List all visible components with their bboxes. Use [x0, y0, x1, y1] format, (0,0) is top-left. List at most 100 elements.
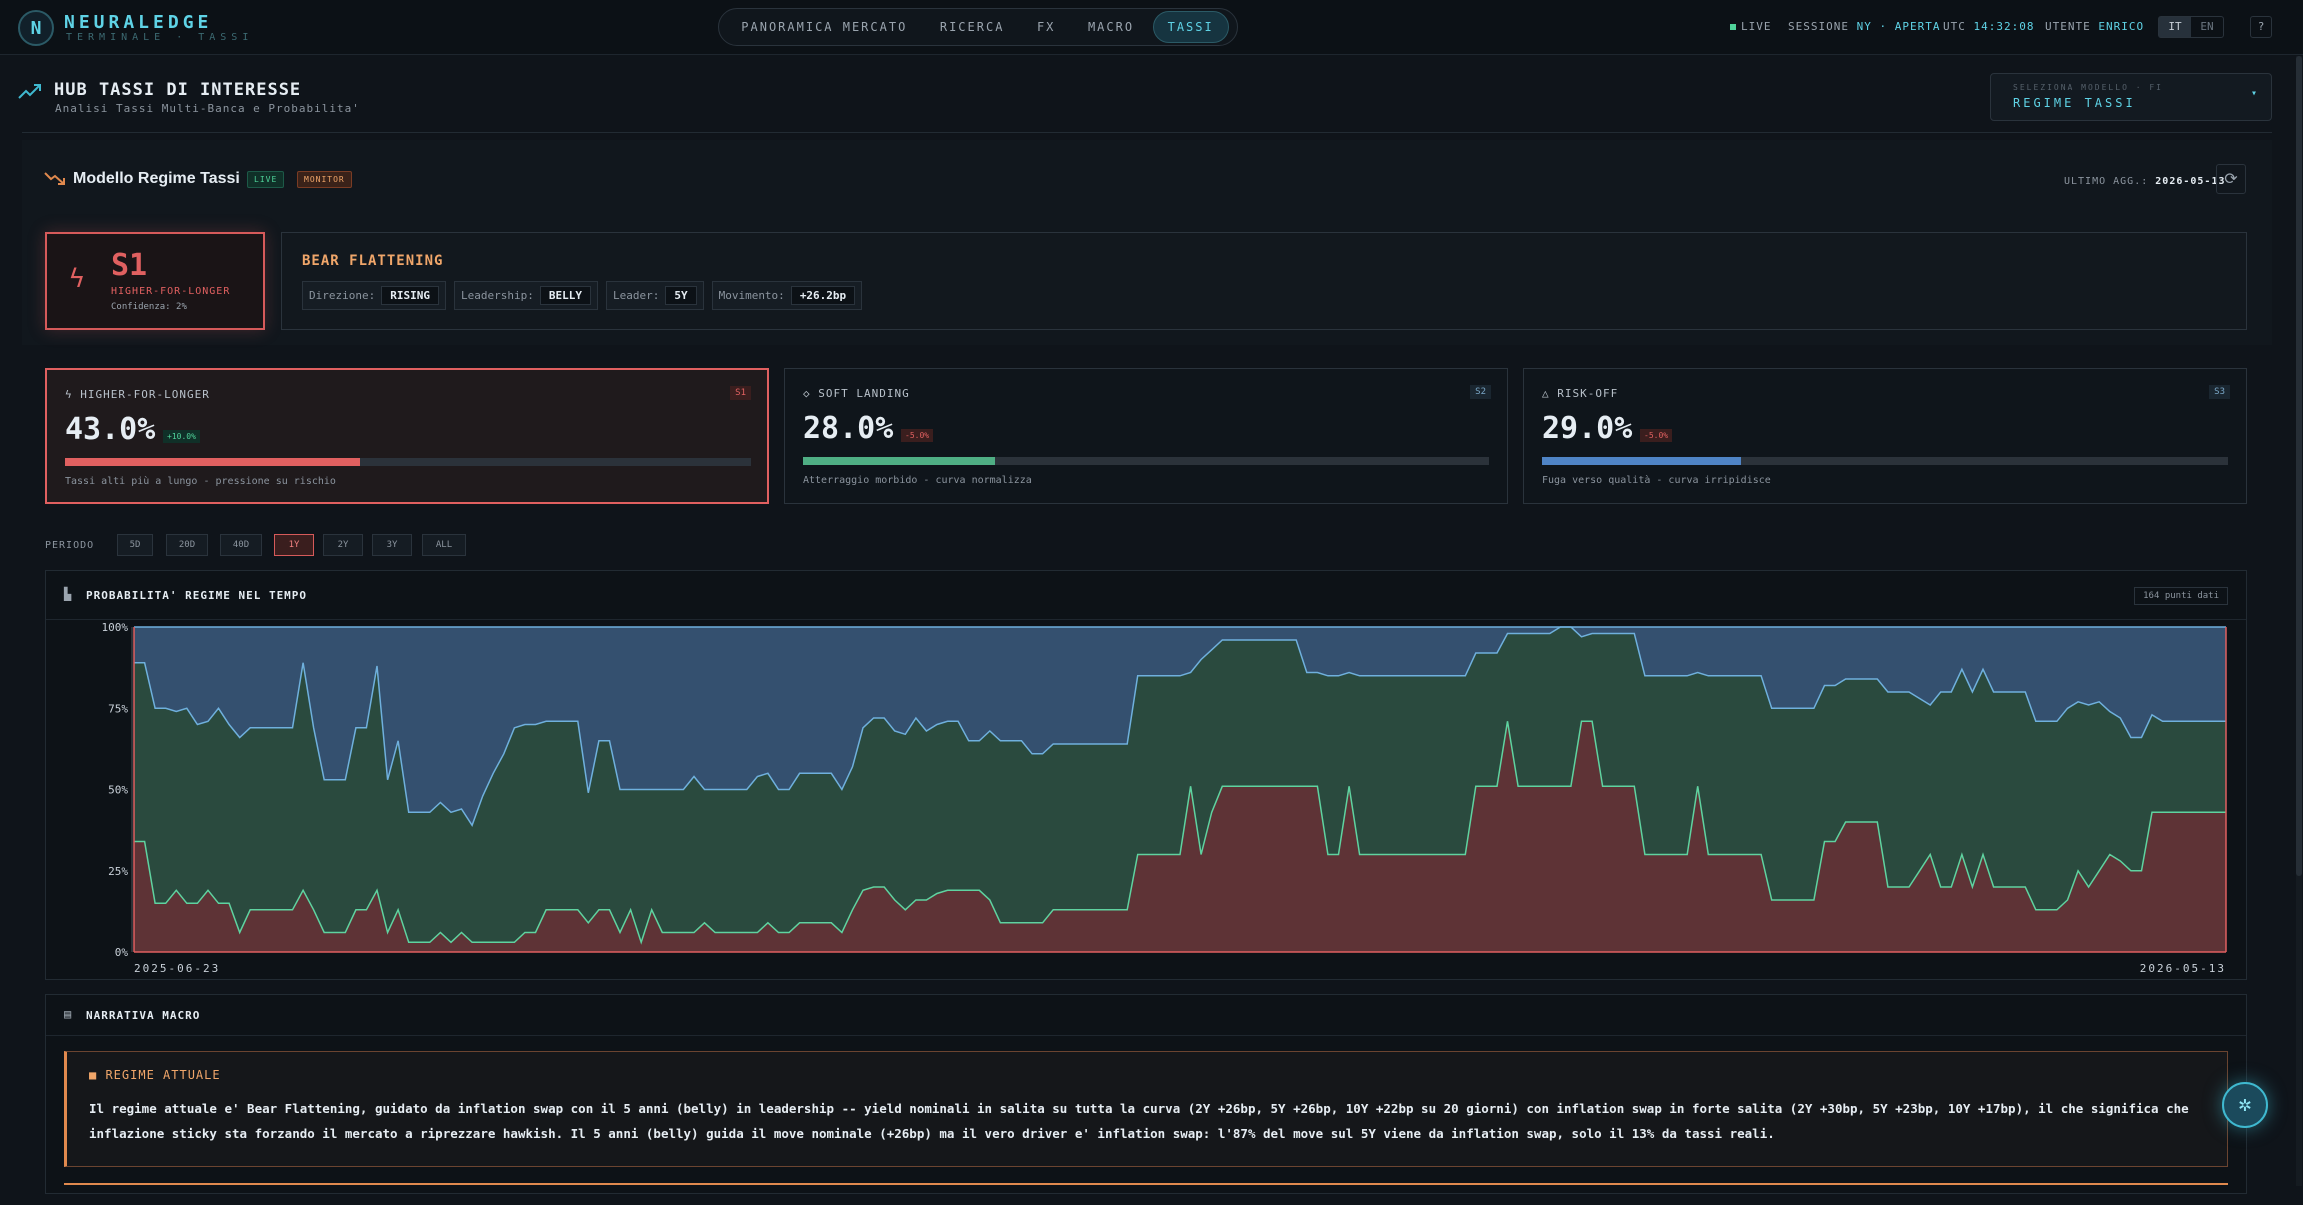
regime-probability: 43.0%	[65, 412, 156, 447]
tab-tassi[interactable]: TASSI	[1152, 11, 1229, 43]
user-value: ENRICO	[2098, 20, 2145, 33]
y-tick-label: 25%	[108, 865, 128, 878]
sparkle-icon: ✲	[2238, 1092, 2252, 1117]
period-1y-button[interactable]: 1Y	[274, 534, 314, 556]
period-20d-button[interactable]: 20D	[166, 534, 208, 556]
refresh-button[interactable]: ⟳	[2216, 164, 2246, 194]
model-title: Modello Regime Tassi	[73, 170, 240, 187]
assistant-fab-button[interactable]: ✲	[2222, 1082, 2268, 1128]
regime-area-chart[interactable]: 0% 25% 50% 75% 100% 2025-06-23 2026-05-13	[46, 619, 2246, 979]
user-label: UTENTE	[2045, 20, 2091, 33]
period-5d-button[interactable]: 5D	[117, 534, 153, 556]
session-label: SESSIONE	[1788, 20, 1849, 33]
regime-name: ◇ SOFT LANDING	[803, 387, 910, 400]
regime-name: ϟ HIGHER-FOR-LONGER	[65, 388, 210, 401]
pill-label: Movimento:	[718, 289, 785, 302]
utc-label: UTC	[1943, 20, 1966, 33]
regime-code: S2	[1470, 385, 1491, 399]
curve-shape-card: BEAR FLATTENING Direzione: RISING Leaders…	[281, 232, 2247, 330]
curve-shape-title: BEAR FLATTENING	[302, 253, 444, 269]
regime-card-risk-off[interactable]: △ RISK-OFF S3 29.0% -5.0% Fuga verso qua…	[1523, 368, 2247, 504]
refresh-icon: ⟳	[2224, 169, 2238, 188]
probability-bar-fill	[1542, 457, 1741, 465]
pill-value: 5Y	[665, 286, 697, 305]
live-dot-icon	[1730, 24, 1736, 30]
regime-narrative-text: Il regime attuale e' Bear Flattening, gu…	[89, 1101, 2189, 1141]
pill-leadership: Leadership: BELLY	[453, 281, 598, 310]
period-2y-button[interactable]: 2Y	[323, 534, 363, 556]
current-regime-narrative: ■ REGIME ATTUALE Il regime attuale e' Be…	[64, 1051, 2228, 1167]
period-all-button[interactable]: ALL	[422, 534, 466, 556]
document-icon: ▤	[64, 1007, 72, 1021]
live-label: LIVE	[1741, 20, 1772, 33]
current-regime-code: S1	[111, 248, 148, 283]
chart-title: PROBABILITA' REGIME NEL TEMPO	[86, 589, 308, 602]
regime-probability-chart-card: ▙ PROBABILITA' REGIME NEL TEMPO 164 punt…	[45, 570, 2247, 980]
last-updated-value: 2026-05-13	[2155, 176, 2226, 187]
regime-description: Tassi alti più a lungo - pressione su ri…	[65, 476, 336, 487]
main-nav: PANORAMICA MERCATO RICERCA FX MACRO TASS…	[718, 8, 1238, 46]
narrative-divider	[46, 1035, 2246, 1036]
chevron-down-icon: ▾	[2250, 88, 2257, 99]
trending-down-icon	[44, 170, 66, 193]
header-divider	[22, 132, 2272, 133]
utc-value: 14:32:08	[1973, 20, 2035, 33]
last-updated-label: ULTIMO AGG.:	[2064, 176, 2149, 187]
regime-probability: 28.0%	[803, 411, 894, 446]
chart-header: ▙ PROBABILITA' REGIME NEL TEMPO 164 punt…	[46, 571, 2246, 620]
shield-icon: ◇	[803, 387, 819, 400]
brand-name: NEURALEDGE	[64, 12, 213, 33]
pill-label: Direzione:	[309, 289, 376, 302]
regime-card-higher-for-longer[interactable]: ϟ HIGHER-FOR-LONGER S1 43.0% +10.0% Tass…	[45, 368, 769, 504]
regime-description: Atterraggio morbido - curva normalizza	[803, 475, 1032, 486]
page-subtitle: Analisi Tassi Multi-Banca e Probabilita'	[55, 102, 360, 115]
model-selector[interactable]: SELEZIONA MODELLO · FI REGIME TASSI ▾	[1990, 73, 2272, 121]
y-tick-label: 50%	[108, 784, 128, 797]
pill-label: Leadership:	[460, 289, 534, 302]
macro-narrative-card: ▤ NARRATIVA MACRO ■ REGIME ATTUALE Il re…	[45, 994, 2247, 1194]
last-updated: ULTIMO AGG.: 2026-05-13	[2064, 176, 2226, 187]
brand-logo[interactable]: N	[18, 10, 54, 46]
tab-macro[interactable]: MACRO	[1074, 12, 1148, 42]
regime-narrative-title: ■ REGIME ATTUALE	[89, 1068, 221, 1082]
warning-icon: △	[1542, 387, 1558, 400]
trending-up-icon	[18, 82, 42, 108]
live-badge: LIVE	[247, 171, 285, 188]
lightning-icon: ϟ	[69, 264, 85, 294]
next-narrative-block	[64, 1183, 2228, 1205]
period-40d-button[interactable]: 40D	[220, 534, 262, 556]
lang-it-button[interactable]: IT	[2159, 17, 2191, 37]
page-scrollbar-thumb[interactable]	[2296, 56, 2302, 876]
regime-name-text: HIGHER-FOR-LONGER	[80, 388, 210, 401]
help-button[interactable]: ?	[2250, 16, 2272, 38]
pill-direzione: Direzione: RISING	[302, 281, 446, 310]
model-selector-label: SELEZIONA MODELLO · FI	[2013, 83, 2163, 92]
probability-bar	[803, 457, 1489, 465]
pill-leader: Leader: 5Y	[605, 281, 704, 310]
tab-fx[interactable]: FX	[1023, 12, 1069, 42]
model-selector-value: REGIME TASSI	[2013, 96, 2136, 110]
data-points-count: 164 punti dati	[2134, 587, 2228, 605]
regime-delta: -5.0%	[901, 429, 934, 442]
y-tick-label: 100%	[102, 621, 129, 634]
lang-en-button[interactable]: EN	[2191, 17, 2223, 37]
regime-delta: -5.0%	[1640, 429, 1673, 442]
pill-value: +26.2bp	[790, 286, 856, 305]
current-regime-name: HIGHER-FOR-LONGER	[111, 286, 231, 297]
tab-panoramica-mercato[interactable]: PANORAMICA MERCATO	[727, 12, 921, 42]
user-info: UTENTE ENRICO	[2045, 20, 2144, 33]
narrative-title: NARRATIVA MACRO	[86, 1009, 201, 1022]
y-tick-label: 75%	[108, 702, 128, 715]
pill-label: Leader:	[612, 289, 660, 302]
regime-name-text: RISK-OFF	[1557, 387, 1619, 400]
regime-card-soft-landing[interactable]: ◇ SOFT LANDING S2 28.0% -5.0% Atterraggi…	[784, 368, 1508, 504]
current-regime-card[interactable]: ϟ S1 HIGHER-FOR-LONGER Confidenza: 2%	[45, 232, 265, 330]
period-3y-button[interactable]: 3Y	[372, 534, 412, 556]
probability-bar	[65, 458, 751, 466]
session-status: SESSIONE NY · APERTA	[1788, 20, 1940, 33]
tab-ricerca[interactable]: RICERCA	[926, 12, 1019, 42]
current-regime-confidence: Confidenza: 2%	[111, 302, 187, 312]
monitor-badge: MONITOR	[297, 171, 352, 188]
regime-name: △ RISK-OFF	[1542, 387, 1618, 400]
live-indicator: LIVE	[1730, 20, 1772, 33]
